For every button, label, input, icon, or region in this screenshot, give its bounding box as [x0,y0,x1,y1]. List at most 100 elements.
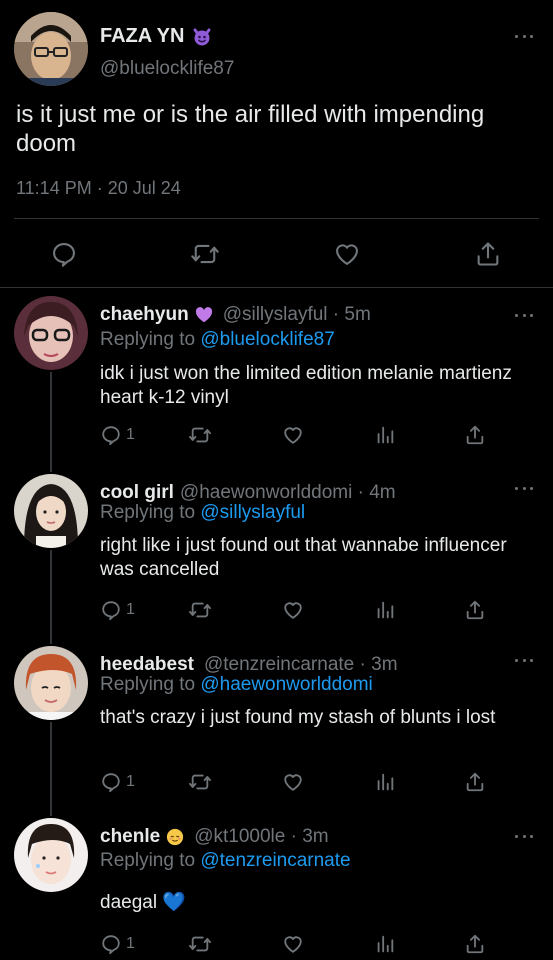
replying-to-line: Replying to @haewonworlddomi [100,674,373,696]
author-name[interactable]: cool girl [100,482,174,504]
retweet-button[interactable] [188,424,212,446]
share-icon [466,425,484,445]
replying-to-handle[interactable]: @haewonworlddomi [200,674,372,695]
more-options-icon[interactable] [515,657,533,663]
reply-text: idk i just won the limited edition melan… [100,363,512,408]
avatar-image [14,646,88,720]
avatar-image [14,474,88,548]
reply-text: that's crazy i just found my stash of bl… [100,707,496,728]
retweet-button[interactable] [188,599,212,621]
heart-icon [336,244,358,265]
retweet-icon [189,602,211,618]
avatar[interactable] [14,818,88,892]
tweet-timestamp[interactable]: 11:14 PM · 20 Jul 24 [16,178,181,199]
author-name[interactable]: FAZA YN [100,25,184,48]
reply-action-bar: 1 [100,933,500,955]
reply-count: 1 [126,935,135,952]
reply-header: chenle @kt1000le · 3m [100,826,329,848]
retweet-icon [189,936,211,952]
share-button[interactable] [464,771,486,793]
reply-icon [102,773,120,793]
author-handle-time[interactable]: @haewonworlddomi · 4m [180,482,396,504]
reply-count: 1 [126,601,135,618]
reply-action-bar: 1 [100,424,500,446]
replying-to-handle[interactable]: @bluelocklife87 [200,329,334,350]
more-options-icon[interactable] [515,312,533,318]
views-button[interactable] [374,933,396,955]
share-button[interactable] [474,240,502,268]
reply-button[interactable] [50,240,78,268]
avatar-image [14,296,88,370]
author-handle[interactable]: @bluelocklife87 [100,58,234,80]
replying-to-handle[interactable]: @sillyslayful [200,502,305,523]
reply-button[interactable]: 1 [100,933,135,955]
share-icon [466,934,484,954]
like-button[interactable] [333,240,361,268]
heart-icon [284,427,302,444]
views-icon [377,601,394,619]
reply-icon [102,426,120,446]
reply-count: 1 [126,426,135,443]
reply-action-bar: 1 [100,771,500,793]
replying-to-handle[interactable]: @tenzreincarnate [200,850,350,871]
replying-to-line: Replying to @bluelocklife87 [100,329,335,351]
reply-header: chaehyun @sillyslayful · 5m [100,304,371,326]
reply-button[interactable]: 1 [100,599,135,621]
reply-header: cool girl @haewonworlddomi · 4m [100,482,396,504]
share-button[interactable] [464,599,486,621]
author-name-row: FAZA YN [100,25,212,48]
replying-to-label: Replying to [100,329,196,350]
retweet-icon [189,427,211,443]
views-icon [377,426,394,444]
avatar[interactable] [14,12,88,86]
author-name[interactable]: chenle [100,826,160,848]
reply-button[interactable]: 1 [100,424,135,446]
purple-devil-emoji-icon [192,27,212,47]
more-options-icon[interactable] [515,33,533,39]
share-icon [477,242,499,266]
author-handle-time[interactable]: @tenzreincarnate · 3m [204,654,398,676]
like-button[interactable] [282,933,304,955]
author-handle-time[interactable]: @kt1000le · 3m [194,826,328,848]
replying-to-label: Replying to [100,674,196,695]
heart-icon [284,602,302,619]
reply-icon [53,243,75,267]
avatar[interactable] [14,296,88,370]
views-button[interactable] [374,599,396,621]
share-button[interactable] [464,424,486,446]
more-options-icon[interactable] [515,485,533,491]
more-options-icon[interactable] [515,833,533,839]
avatar[interactable] [14,646,88,720]
like-button[interactable] [282,771,304,793]
reply-icon [102,601,120,621]
share-button[interactable] [464,933,486,955]
views-icon [377,773,394,791]
retweet-button[interactable] [188,933,212,955]
replying-to-label: Replying to [100,850,196,871]
divider [14,218,539,219]
tweet-action-bar [0,230,553,278]
reply-header: heedabest @tenzreincarnate · 3m [100,654,398,676]
thread-connector [50,372,52,472]
replying-to-line: Replying to @tenzreincarnate [100,850,351,872]
views-button[interactable] [374,771,396,793]
reply-text: right like i just found out that wannabe… [100,535,507,580]
divider [0,287,553,288]
retweet-button[interactable] [190,240,220,268]
share-icon [466,600,484,620]
like-button[interactable] [282,424,304,446]
avatar-image [14,818,88,892]
reply-action-bar: 1 [100,599,500,621]
author-name[interactable]: heedabest [100,654,194,676]
retweet-icon [191,244,219,264]
views-button[interactable] [374,424,396,446]
like-button[interactable] [282,599,304,621]
reply-button[interactable]: 1 [100,771,135,793]
thread-connector [50,550,52,644]
author-name[interactable]: chaehyun [100,304,189,326]
share-icon [466,772,484,792]
avatar[interactable] [14,474,88,548]
retweet-button[interactable] [188,771,212,793]
reply-count: 1 [126,773,135,790]
author-handle-time[interactable]: @sillyslayful · 5m [223,304,371,326]
